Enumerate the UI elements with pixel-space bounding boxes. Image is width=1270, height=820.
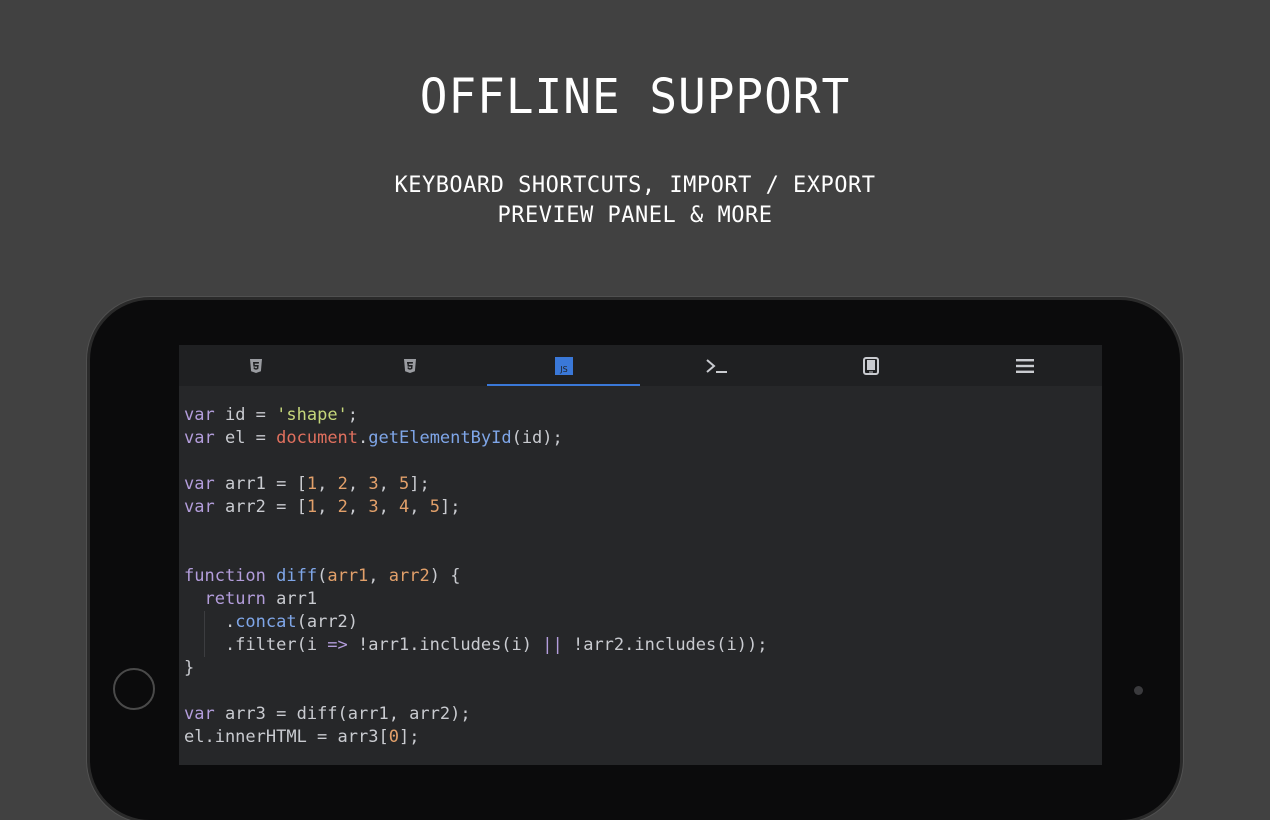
code-token: arr1 [265,589,318,609]
code-token: ]; [398,727,420,747]
code-line: return arr1 [184,588,1094,611]
code-token: var [184,405,215,425]
js-icon-label: JS [559,365,567,374]
code-token: concat [235,612,297,632]
code-token: .filter(i [184,635,328,655]
code-token: => [327,635,348,655]
code-token: el = [214,428,277,448]
code-editor[interactable]: var id = 'shape'; var el = document.getEl… [184,404,1094,749]
js-icon: JS [554,356,573,375]
subtitle-line-2: PREVIEW PANEL & MORE [497,203,773,228]
code-token: 2 [337,497,348,517]
code-line: } [184,657,1094,680]
home-button[interactable] [113,668,155,710]
code-token: , [368,566,389,586]
code-token: . [184,612,236,632]
code-token: function [184,566,266,586]
code-token: var [184,704,215,724]
code-token: arr1 [327,566,369,586]
code-token: 5 [429,497,441,517]
code-token: diff [276,566,318,586]
code-token: , [347,474,369,494]
css3-icon [403,358,417,374]
code-token: , [347,497,369,517]
code-token: , [378,497,400,517]
menu-icon [1016,358,1035,373]
code-line: var arr1 = [1, 2, 3, 5]; [184,473,1094,496]
code-token: ]; [440,497,461,517]
code-token: || [542,635,563,655]
tablet-icon [863,356,880,375]
code-token: ( [317,566,328,586]
tab-console[interactable] [640,345,794,386]
code-token: ; [347,405,359,425]
code-token: 3 [368,497,379,517]
code-token: , [378,474,400,494]
html5-icon [249,358,263,374]
code-line: .concat(arr2) [184,611,1094,634]
code-line: var id = 'shape'; [184,404,1094,427]
code-token: (id); [511,428,563,448]
tab-preview[interactable] [794,345,948,386]
page-title: OFFLINE SUPPORT [419,67,851,125]
editor-screen: JS var id = 'shape'; var el = document.g… [179,345,1102,765]
code-token: !arr1.includes(i) [347,635,543,655]
code-token: var [184,428,215,448]
code-token: arr2 [388,566,430,586]
subtitle-line-1: KEYBOARD SHORTCUTS, IMPORT / EXPORT [394,173,876,198]
code-line: .filter(i => !arr1.includes(i) || !arr2.… [184,634,1094,657]
indent-guide [204,634,205,657]
code-token: , [317,474,338,494]
code-token: ) { [429,566,461,586]
code-token: (arr2) [296,612,359,632]
code-token: 3 [368,474,379,494]
code-line: var arr3 = diff(arr1, arr2); [184,703,1094,726]
code-token: , [409,497,430,517]
code-token: !arr2.includes(i)); [562,635,768,655]
code-token: . [358,428,369,448]
code-token: 'shape' [276,405,348,425]
code-token: document [276,428,359,448]
code-token: var [184,497,215,517]
camera-dot [1134,686,1143,695]
code-token: getElementById [368,428,512,448]
code-line: function diff(arr1, arr2) { [184,565,1094,588]
code-token: arr2 = [ [214,497,307,517]
code-token: var [184,474,215,494]
tab-bar: JS [179,345,1102,386]
code-token: 5 [399,474,410,494]
code-token: return [204,589,266,609]
code-token: } [184,658,195,678]
code-token: , [317,497,338,517]
code-token: el.innerHTML = arr3[ [184,727,389,747]
tab-menu[interactable] [948,345,1102,386]
code-token: ]; [409,474,430,494]
code-line: var el = document.getElementById(id); [184,427,1094,450]
code-token: arr1 = [ [214,474,307,494]
code-token: 2 [337,474,348,494]
tab-css[interactable] [333,345,487,386]
code-token: 1 [306,474,318,494]
code-line: el.innerHTML = arr3[0]; [184,726,1094,749]
code-line: var arr2 = [1, 2, 3, 4, 5]; [184,496,1094,519]
code-token: 0 [388,727,399,747]
code-token: 4 [399,497,410,517]
code-token: 1 [306,497,318,517]
code-token: id = [214,405,277,425]
indent-guide [204,611,205,634]
terminal-icon [705,358,729,374]
tab-html[interactable] [179,345,333,386]
code-token: arr3 = diff(arr1, arr2); [214,704,471,724]
tab-js[interactable]: JS [486,345,641,386]
